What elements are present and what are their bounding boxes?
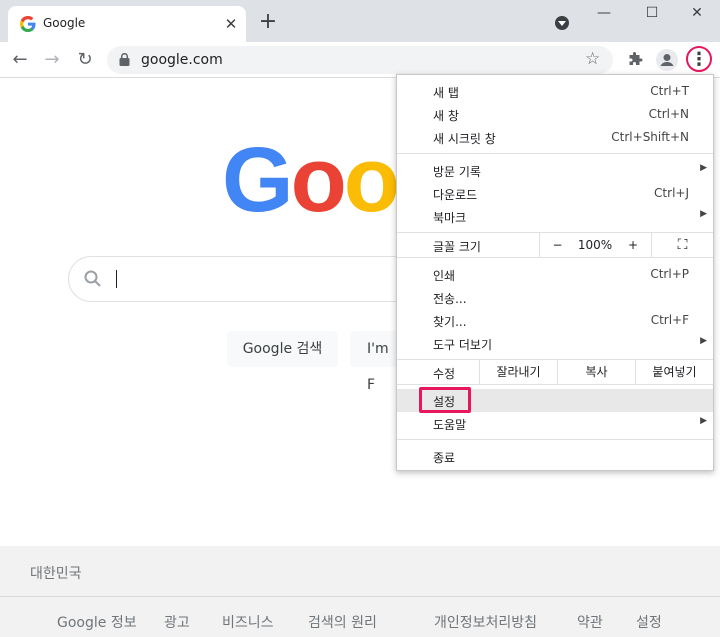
extensions-icon[interactable] <box>621 46 649 74</box>
menu-item-new-window[interactable]: 새 창 Ctrl+N <box>397 103 713 126</box>
menu-item-print[interactable]: 인쇄 Ctrl+P <box>397 263 713 286</box>
footer-country-bar: 대한민국 <box>0 546 720 597</box>
tab-title: Google <box>43 16 86 30</box>
submenu-arrow-icon: ▶ <box>700 209 707 219</box>
profile-avatar-icon[interactable] <box>653 46 681 74</box>
menu-item-history[interactable]: 방문 기록 ▶ <box>397 159 713 182</box>
browser-tab[interactable]: Google ✕ <box>8 6 246 42</box>
menu-divider <box>397 439 713 440</box>
google-search-button[interactable]: Google 검색 <box>227 331 338 367</box>
edit-label: 수정 <box>433 367 456 381</box>
menu-item-shortcut: Ctrl+F <box>650 313 689 327</box>
menu-item-label: 도움말 <box>433 418 467 432</box>
menu-button-highlight <box>686 46 712 72</box>
menu-divider <box>397 257 713 258</box>
url-text[interactable]: google.com <box>141 52 223 68</box>
menu-item-label: 새 탭 <box>433 86 459 100</box>
menu-item-more-tools[interactable]: 도구 더보기 ▶ <box>397 332 713 355</box>
bookmark-star-icon[interactable]: ☆ <box>585 49 600 69</box>
back-button[interactable]: ← <box>6 46 34 74</box>
tab-close-icon[interactable]: ✕ <box>222 15 240 33</box>
paste-button[interactable]: 붙여넣기 <box>635 360 713 384</box>
menu-item-label: 찾기... <box>433 315 467 329</box>
footer-links-bar: Google 정보 광고 비즈니스 검색의 원리 개인정보처리방침 약관 설정 <box>0 597 720 637</box>
feeling-lucky-button[interactable]: I'm F <box>350 331 396 393</box>
address-bar[interactable]: google.com ☆ <box>107 46 613 74</box>
google-logo: Goo <box>222 128 400 233</box>
forward-button[interactable]: → <box>38 46 66 74</box>
fullscreen-icon[interactable]: ⛶ <box>651 233 713 257</box>
footer-link-ads[interactable]: 광고 <box>164 612 190 632</box>
logo-letter: o <box>290 129 347 231</box>
menu-item-shortcut: Ctrl+T <box>650 84 689 98</box>
menu-item-label: 도구 더보기 <box>433 338 493 352</box>
footer-link-about[interactable]: Google 정보 <box>57 612 137 632</box>
menu-item-label: 북마크 <box>433 211 467 225</box>
logo-letter: G <box>222 129 294 231</box>
cut-button[interactable]: 잘라내기 <box>479 360 557 384</box>
menu-item-help[interactable]: 도움말 ▶ <box>397 412 713 435</box>
copy-button[interactable]: 복사 <box>557 360 635 384</box>
country-label: 대한민국 <box>30 566 82 582</box>
menu-item-label: 다운로드 <box>433 188 478 202</box>
menu-item-shortcut: Ctrl+P <box>650 267 689 281</box>
footer-link-how-search-works[interactable]: 검색의 원리 <box>308 612 377 632</box>
menu-item-shortcut: Ctrl+J <box>654 186 689 200</box>
footer-link-terms[interactable]: 약관 <box>577 612 603 632</box>
footer-link-settings[interactable]: 설정 <box>636 612 662 632</box>
zoom-level: 100% <box>577 238 613 252</box>
footer-link-privacy[interactable]: 개인정보처리방침 <box>434 612 537 632</box>
logo-letter: o <box>343 129 400 231</box>
menu-item-label: 종료 <box>433 451 456 465</box>
menu-divider <box>397 153 713 154</box>
menu-item-shortcut: Ctrl+Shift+N <box>611 130 689 144</box>
zoom-in-button[interactable]: + <box>615 233 651 257</box>
search-icon <box>84 270 101 287</box>
text-caret <box>116 270 117 288</box>
tab-search-icon[interactable] <box>555 16 569 30</box>
settings-highlight <box>419 387 471 413</box>
browser-toolbar: ← → ↻ google.com ☆ ⋮ <box>0 42 720 78</box>
menu-edit-row: 수정 잘라내기 복사 붙여넣기 <box>397 360 713 384</box>
minimize-button[interactable]: — <box>581 2 627 26</box>
zoom-out-button[interactable]: − <box>539 233 575 257</box>
menu-item-cast[interactable]: 전송... <box>397 286 713 309</box>
google-favicon-icon <box>20 16 36 32</box>
menu-item-new-incognito-window[interactable]: 새 시크릿 창 Ctrl+Shift+N <box>397 126 713 149</box>
submenu-arrow-icon: ▶ <box>700 163 707 173</box>
submenu-arrow-icon: ▶ <box>700 336 707 346</box>
zoom-label: 글꼴 크기 <box>433 240 481 254</box>
submenu-arrow-icon: ▶ <box>700 416 707 426</box>
menu-item-bookmarks[interactable]: 북마크 ▶ <box>397 205 713 228</box>
footer-link-business[interactable]: 비즈니스 <box>222 612 274 632</box>
menu-item-label: 새 창 <box>433 109 459 123</box>
menu-item-new-tab[interactable]: 새 탭 Ctrl+T <box>397 80 713 103</box>
menu-item-shortcut: Ctrl+N <box>648 107 689 121</box>
menu-zoom-row: 글꼴 크기 − 100% + ⛶ <box>397 233 713 257</box>
menu-item-find[interactable]: 찾기... Ctrl+F <box>397 309 713 332</box>
close-window-button[interactable]: ✕ <box>674 2 720 26</box>
menu-item-exit[interactable]: 종료 <box>397 445 713 468</box>
menu-item-label: 전송... <box>433 292 467 306</box>
tab-strip: Google ✕ + — ☐ ✕ <box>0 0 720 42</box>
new-tab-button[interactable]: + <box>256 11 280 35</box>
menu-item-downloads[interactable]: 다운로드 Ctrl+J <box>397 182 713 205</box>
menu-item-label: 인쇄 <box>433 269 456 283</box>
chrome-main-menu: 새 탭 Ctrl+T 새 창 Ctrl+N 새 시크릿 창 Ctrl+Shift… <box>396 74 714 471</box>
menu-item-label: 방문 기록 <box>433 165 481 179</box>
lock-icon <box>119 53 130 66</box>
maximize-button[interactable]: ☐ <box>629 2 675 26</box>
reload-button[interactable]: ↻ <box>71 46 99 74</box>
menu-divider <box>397 384 713 385</box>
menu-item-label: 새 시크릿 창 <box>433 132 496 146</box>
